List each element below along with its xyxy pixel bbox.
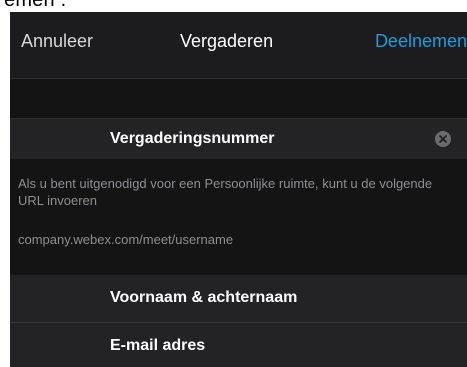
navigation-bar: Annuleer Vergaderen Deelnemen — [10, 12, 467, 79]
join-button[interactable]: Deelnemen — [375, 31, 467, 52]
page-title: Vergaderen — [180, 31, 274, 51]
meeting-number-field[interactable]: Vergaderingsnummer — [10, 118, 467, 160]
example-url: company.webex.com/meet/username — [18, 232, 234, 247]
section-spacer — [10, 79, 467, 118]
email-field[interactable]: E-mail adres — [10, 323, 467, 367]
clear-icon[interactable] — [435, 131, 451, 147]
join-meeting-screen: Annuleer Vergaderen Deelnemen Vergaderin… — [10, 12, 467, 367]
cancel-button[interactable]: Annuleer — [21, 31, 93, 52]
info-section: Als u bent uitgenodigd voor een Persoonl… — [10, 159, 467, 275]
cropped-text: emen . — [4, 0, 67, 11]
name-placeholder: Voornaam & achternaam — [110, 289, 298, 306]
personal-room-hint: Als u bent uitgenodigd voor een Persoonl… — [18, 176, 433, 208]
name-field[interactable]: Voornaam & achternaam — [10, 275, 467, 323]
cropped-top-text-strip: emen . — [0, 0, 467, 12]
meeting-number-placeholder: Vergaderingsnummer — [110, 130, 275, 147]
email-placeholder: E-mail adres — [110, 337, 206, 354]
